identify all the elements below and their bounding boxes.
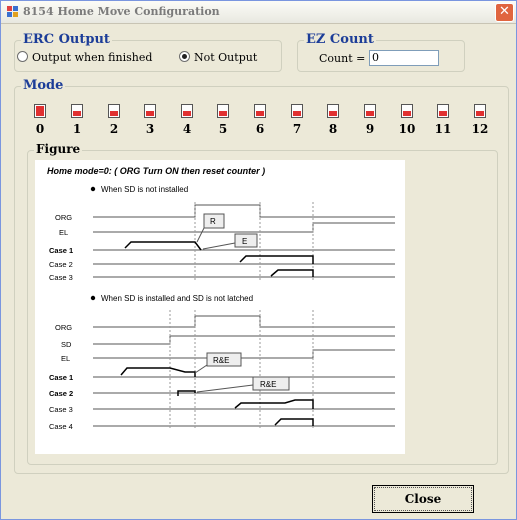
mode-button-4[interactable] (181, 104, 193, 118)
mode-button-6[interactable] (254, 104, 266, 118)
signal-label: Case 4 (49, 422, 73, 431)
section1-bullet: When SD is not installed (101, 185, 188, 194)
mode-button-7[interactable] (291, 104, 303, 118)
mode-number-label: 6 (255, 122, 265, 136)
signal-label: EL (61, 354, 70, 363)
mode-indicator (329, 111, 337, 116)
signal-label: Case 1 (49, 246, 73, 255)
signal-label: Case 2 (49, 260, 73, 269)
mode-number-label: 4 (182, 122, 192, 136)
radio-label: Not Output (194, 51, 258, 64)
mode-indicator (110, 111, 118, 116)
mode-indicator (146, 111, 154, 116)
mode-indicator (293, 111, 301, 116)
mode-number-label: 10 (398, 122, 416, 136)
mode-number-label: 9 (365, 122, 375, 136)
bullet-icon (90, 186, 96, 192)
section2-lines (93, 315, 395, 427)
callout-label: R&E (213, 356, 229, 365)
radio-output-when-finished[interactable]: Output when finished (17, 51, 152, 64)
section2-guides (169, 310, 314, 430)
title-bar[interactable]: 8154 Home Move Configuration ✕ (1, 1, 516, 24)
mode-button-8[interactable] (327, 104, 339, 118)
mode-button-12[interactable] (474, 104, 486, 118)
mode-number-label: 3 (145, 122, 155, 136)
mode-number-label: 0 (35, 122, 45, 136)
count-input[interactable]: 0 (369, 50, 439, 66)
mode-number-label: 5 (218, 122, 228, 136)
config-window: 8154 Home Move Configuration ✕ ERC Outpu… (0, 0, 517, 520)
mode-indicator (219, 111, 227, 116)
mode-button-10[interactable] (401, 104, 413, 118)
figure-title: Figure (34, 142, 83, 156)
mode-indicator (256, 111, 264, 116)
app-icon (7, 6, 19, 18)
callout-line (196, 384, 254, 393)
signal-label: ORG (55, 213, 72, 222)
signal-label: ORG (55, 323, 72, 332)
mode-indicator (366, 111, 374, 116)
mode-title: Mode (21, 78, 66, 93)
callout-line (196, 227, 205, 243)
mode-number-label: 1 (72, 122, 82, 136)
callout-label: R&E (260, 380, 276, 389)
radio-not-output[interactable]: Not Output (179, 51, 257, 64)
mode-indicator (183, 111, 191, 116)
signal-label: Case 1 (49, 373, 73, 382)
mode-number-label: 7 (292, 122, 302, 136)
signal-label: Case 3 (49, 405, 73, 414)
radio-circle[interactable] (17, 51, 28, 62)
mode-number-label: 8 (328, 122, 338, 136)
mode-number-label: 11 (434, 122, 452, 136)
mode-button-11[interactable] (437, 104, 449, 118)
signal-label: Case 3 (49, 273, 73, 282)
signal-label: EL (59, 228, 68, 237)
window-title: 8154 Home Move Configuration (23, 5, 220, 18)
mode-button-1[interactable] (71, 104, 83, 118)
mode-indicator (73, 111, 81, 116)
mode-button-9[interactable] (364, 104, 376, 118)
erc-output-title: ERC Output (21, 32, 112, 47)
mode-number-label: 12 (471, 122, 489, 136)
section2-bullet: When SD is installed and SD is not latch… (101, 294, 253, 303)
mode-indicator (439, 111, 447, 116)
signal-label: Case 2 (49, 389, 73, 398)
callout-line (194, 364, 208, 374)
callout-label: E (242, 237, 247, 246)
count-label: Count = (319, 52, 366, 65)
mode-indicator (36, 106, 44, 116)
timing-diagram-svg: Home mode=0: ( ORG Turn ON then reset co… (47, 166, 395, 431)
radio-label: Output when finished (32, 51, 153, 64)
callout-line (202, 242, 236, 250)
mode-button-2[interactable] (108, 104, 120, 118)
section1-traces (124, 241, 314, 277)
figure-heading: Home mode=0: ( ORG Turn ON then reset co… (47, 166, 265, 176)
mode-button-0[interactable] (34, 104, 46, 118)
section2-signal-labels: ORG SD EL Case 1 Case 2 Case 3 Case 4 (49, 323, 73, 431)
mode-number-label: 2 (109, 122, 119, 136)
timing-diagram: Home mode=0: ( ORG Turn ON then reset co… (35, 160, 405, 454)
close-button[interactable]: Close (372, 485, 474, 513)
close-window-icon[interactable]: ✕ (495, 3, 514, 22)
ez-count-title: EZ Count (304, 32, 376, 47)
callout-label: R (210, 217, 216, 226)
mode-button-3[interactable] (144, 104, 156, 118)
bullet-icon (90, 295, 96, 301)
section1-signal-labels: ORG EL Case 1 Case 2 Case 3 (49, 213, 73, 282)
signal-label: SD (61, 340, 72, 349)
radio-circle[interactable] (179, 51, 190, 62)
mode-indicator (403, 111, 411, 116)
mode-button-5[interactable] (217, 104, 229, 118)
mode-indicator (476, 111, 484, 116)
